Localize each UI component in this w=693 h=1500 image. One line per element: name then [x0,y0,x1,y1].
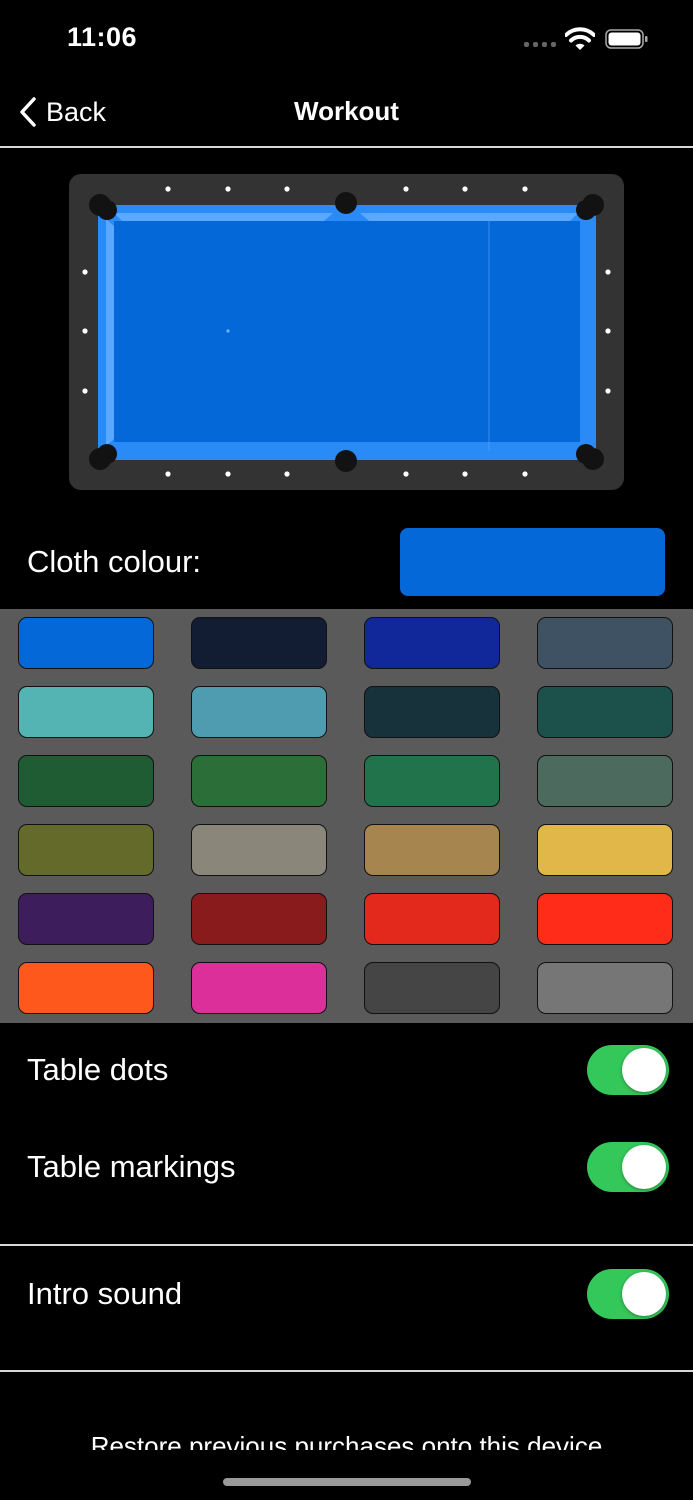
page-title: Workout [294,96,399,126]
selected-cloth-colour[interactable] [400,528,665,596]
status-time: 11:06 [67,22,138,52]
colour-swatch[interactable] [18,962,154,1014]
colour-swatch[interactable] [191,893,327,945]
colour-swatch[interactable] [364,824,500,876]
colour-swatch[interactable] [364,755,500,807]
restore-purchases-button[interactable]: Restore previous purchases onto this dev… [0,1428,693,1450]
pool-table-preview [69,174,624,490]
colour-swatch[interactable] [537,755,673,807]
intro-sound-row: Intro sound [0,1264,693,1324]
colour-swatch[interactable] [364,617,500,669]
colour-swatch[interactable] [537,824,673,876]
toggle-knob [622,1048,666,1092]
intro-sound-label: Intro sound [27,1276,183,1311]
table-markings-label: Table markings [27,1149,236,1184]
cloth-colour-palette [0,609,693,1023]
colour-swatch[interactable] [364,686,500,738]
colour-swatch[interactable] [18,824,154,876]
table-markings-row: Table markings [0,1137,693,1197]
status-bar: 11:06 [0,0,693,80]
table-spot [226,329,230,333]
cloth-colour-label: Cloth colour: [27,544,202,579]
colour-swatch[interactable] [191,617,327,669]
colour-swatch[interactable] [191,962,327,1014]
home-indicator [223,1478,471,1486]
table-markings-toggle[interactable] [587,1142,669,1192]
battery-icon [605,29,648,49]
cloth-colour-row: Cloth colour: [0,520,693,608]
colour-swatch[interactable] [191,824,327,876]
navigation-bar: Back Workout [0,80,693,146]
intro-sound-toggle[interactable] [587,1269,669,1319]
divider [0,146,693,148]
colour-swatch[interactable] [18,893,154,945]
divider [0,1370,693,1372]
table-dots-label: Table dots [27,1052,169,1087]
colour-swatch[interactable] [537,686,673,738]
colour-swatch[interactable] [18,617,154,669]
colour-swatch[interactable] [537,962,673,1014]
table-dots-toggle[interactable] [587,1045,669,1095]
colour-swatch[interactable] [18,686,154,738]
wifi-icon [565,27,595,50]
divider [0,1244,693,1246]
colour-swatch[interactable] [537,617,673,669]
table-cloth [114,221,580,442]
colour-swatch[interactable] [191,686,327,738]
colour-swatch[interactable] [18,755,154,807]
colour-swatch[interactable] [364,962,500,1014]
cellular-signal-icon [524,42,558,48]
toggle-knob [622,1272,666,1316]
toggle-knob [622,1145,666,1189]
colour-swatch[interactable] [191,755,327,807]
colour-swatch[interactable] [537,893,673,945]
table-dots-row: Table dots [0,1040,693,1100]
colour-swatch[interactable] [364,893,500,945]
